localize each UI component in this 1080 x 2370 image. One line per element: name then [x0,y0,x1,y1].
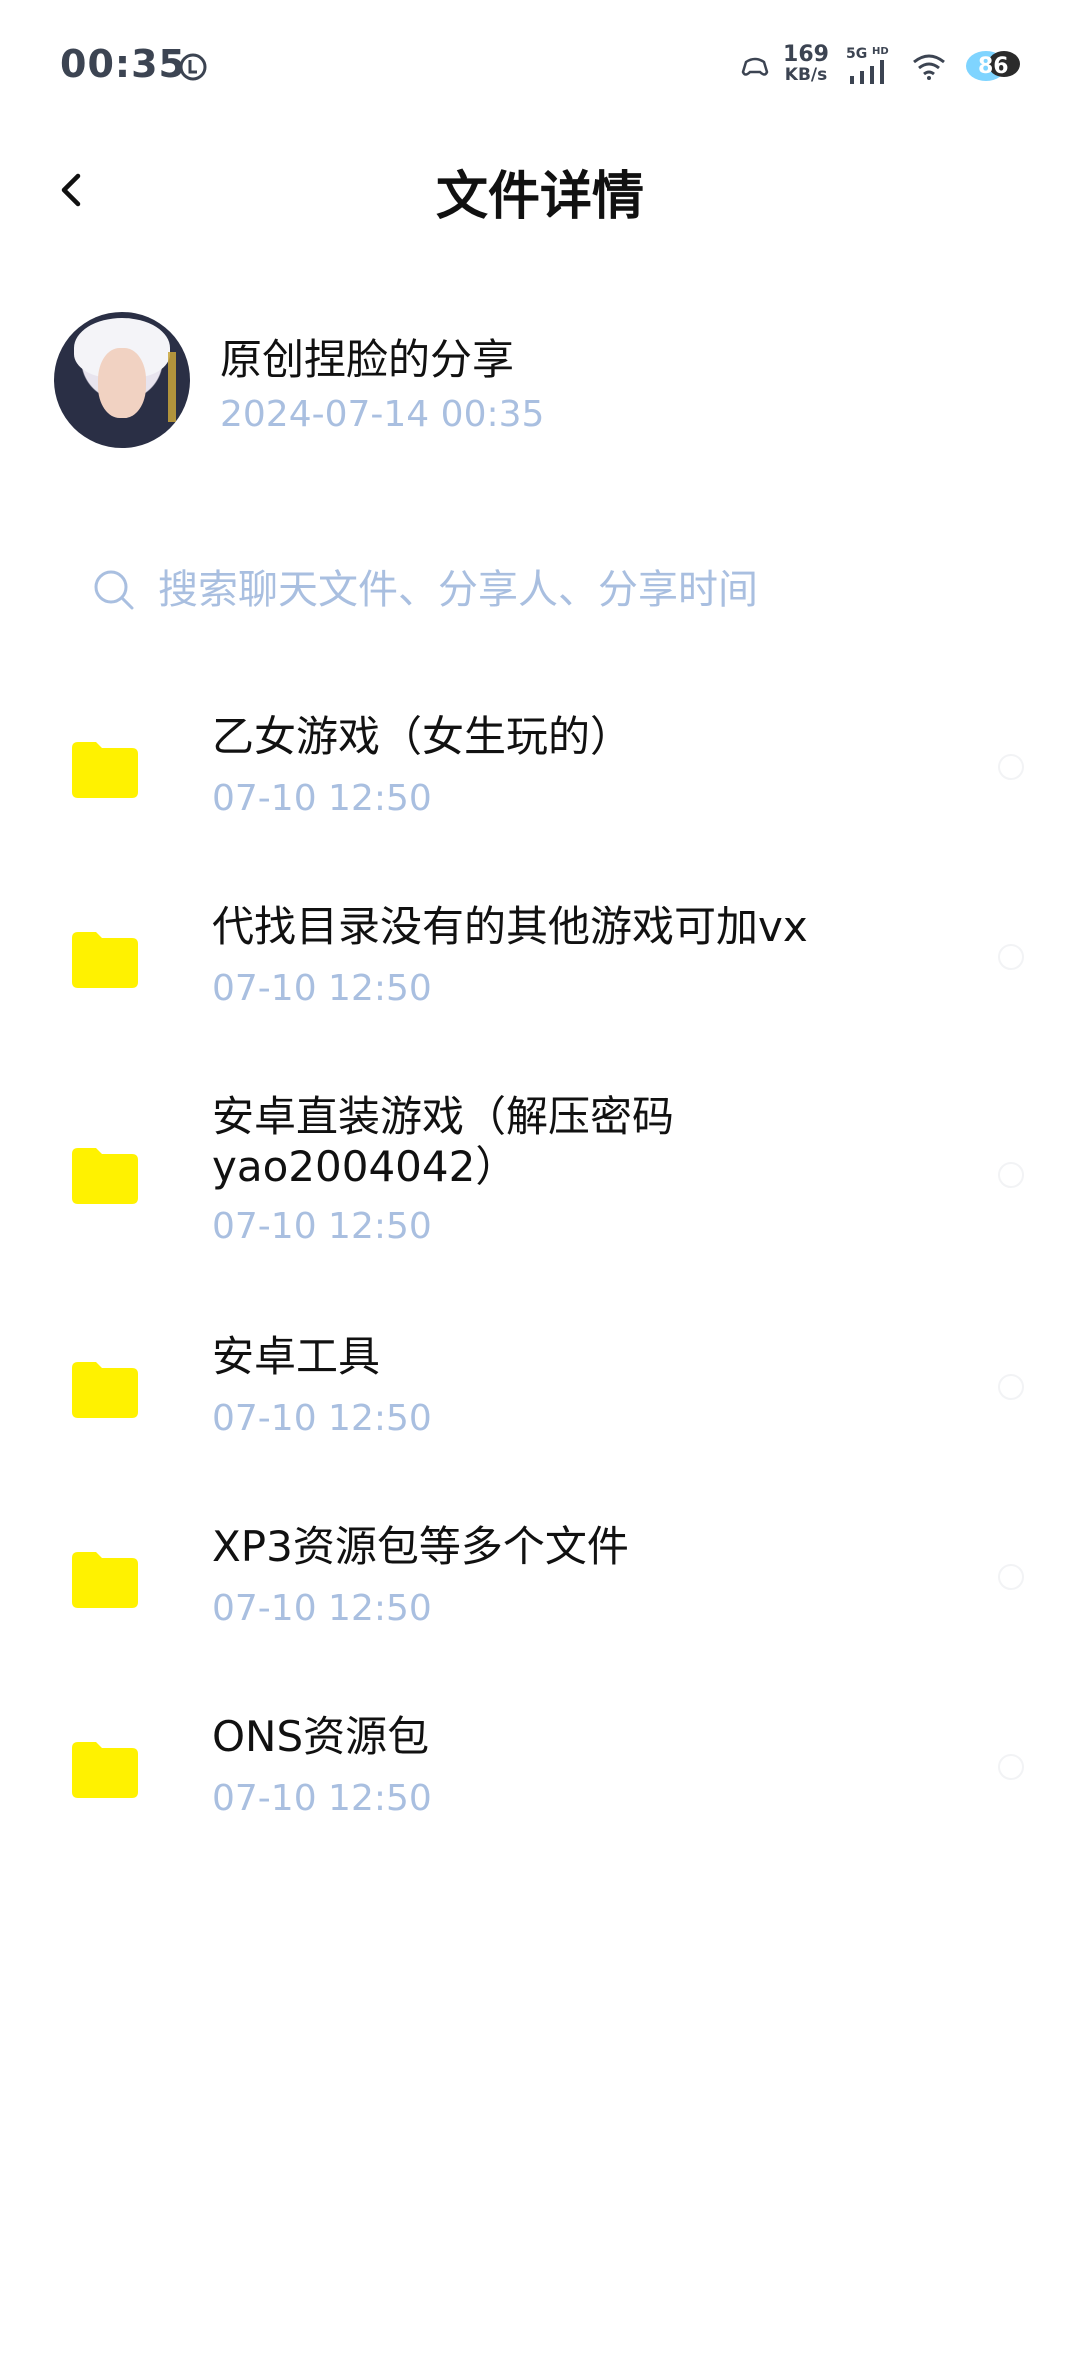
battery-level: 86 [978,54,1009,79]
folder-icon [72,1552,138,1608]
search-icon [94,570,134,610]
file-name: ONS资源包 [212,1712,430,1761]
select-radio[interactable] [998,1754,1024,1780]
select-radio[interactable] [998,754,1024,780]
file-time: 07-10 12:50 [212,1588,432,1629]
hd-label: HD [872,46,889,57]
signal-bars-icon [850,60,884,84]
file-time: 07-10 12:50 [212,1778,432,1819]
file-name: 乙女游戏（女生玩的） [212,712,633,761]
folder-icon [72,1362,138,1418]
cell-signal: 5G HD [846,46,896,86]
wifi-icon [913,54,945,80]
file-time: 07-10 12:50 [212,968,432,1009]
file-time: 07-10 12:50 [212,1206,432,1247]
list-item[interactable]: 安卓直装游戏（解压密码yao2004042） 07-10 12:50 [0,1070,1080,1280]
list-item[interactable]: ONS资源包 07-10 12:50 [0,1690,1080,1850]
select-radio[interactable] [998,1374,1024,1400]
list-item[interactable]: 代找目录没有的其他游戏可加vx 07-10 12:50 [0,880,1080,1040]
file-name: 安卓工具 [212,1332,381,1381]
battery-indicator: 86 [964,46,1024,86]
folder-icon [72,1742,138,1798]
network-speed: 169 KB/s [778,42,834,85]
folder-icon [72,742,138,798]
select-radio[interactable] [998,1162,1024,1188]
list-item[interactable]: 乙女游戏（女生玩的） 07-10 12:50 [0,690,1080,850]
file-name: 代找目录没有的其他游戏可加vx [212,902,808,951]
page-title: 文件详情 [435,167,644,227]
list-item[interactable]: 安卓工具 07-10 12:50 [0,1310,1080,1470]
status-bar: 00:35 169 KB/s 5G HD 86 [0,0,1080,130]
file-details-screen: 00:35 169 KB/s 5G HD 86 文件详情 原创捏脸的分享 202… [0,0,1080,2370]
gamepad-icon [741,57,769,76]
header: 文件详情 [0,130,1080,250]
file-time: 07-10 12:50 [212,1398,432,1439]
list-item[interactable]: XP3资源包等多个文件 07-10 12:50 [0,1500,1080,1660]
status-time: 00:35 [60,42,186,86]
select-radio[interactable] [998,1564,1024,1590]
file-time: 07-10 12:50 [212,778,432,819]
share-timestamp: 2024-07-14 00:35 [220,394,545,435]
file-name: XP3资源包等多个文件 [212,1522,629,1571]
folder-icon [72,1148,138,1204]
search-input[interactable] [156,566,940,614]
search-bar[interactable] [92,550,992,630]
sharer-info: 原创捏脸的分享 2024-07-14 00:35 [54,312,1024,452]
sharer-name: 原创捏脸的分享 [220,335,515,384]
file-name: 安卓直装游戏（解压密码yao2004042） [212,1092,675,1191]
select-radio[interactable] [998,944,1024,970]
notification-badge-icon [179,53,207,81]
folder-icon [72,932,138,988]
avatar[interactable] [54,312,190,448]
speed-value: 169 [783,42,829,67]
speed-unit: KB/s [784,65,828,85]
